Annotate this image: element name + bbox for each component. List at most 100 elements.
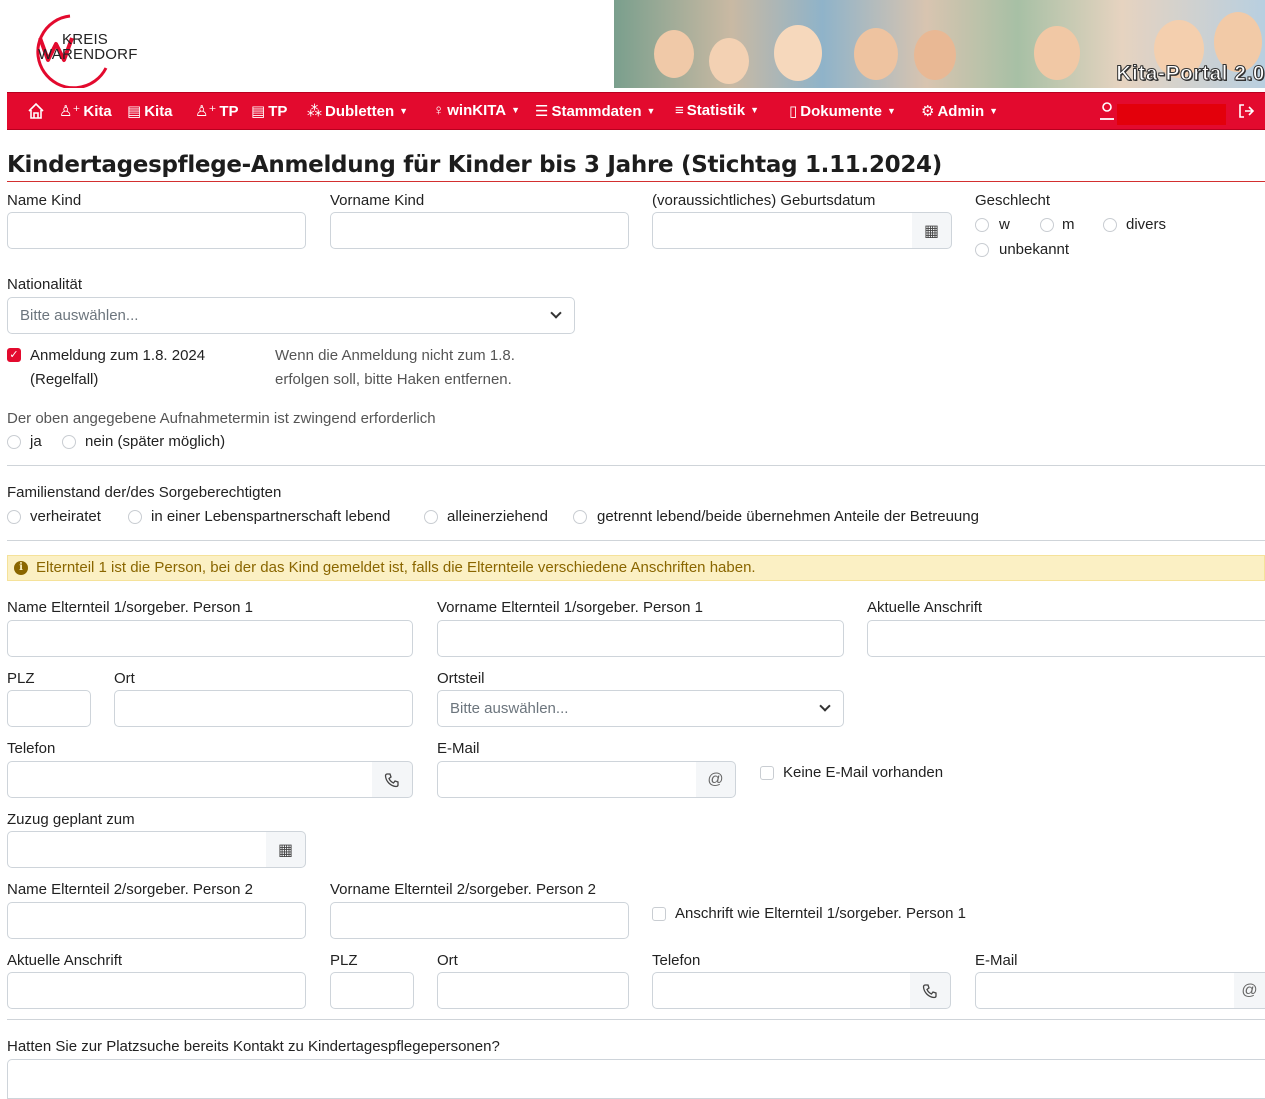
p2-anschrift-label: Aktuelle Anschrift — [7, 952, 123, 969]
p1-vorname-input[interactable] — [437, 620, 844, 657]
nav-admin[interactable]: ⚙ Admin ▼ — [921, 102, 998, 120]
anmeldung-label-1: Anmeldung zum 1.8. 2024 — [30, 347, 206, 364]
zuzug-label: Zuzug geplant zum — [7, 811, 135, 828]
p1-plz-input[interactable] — [7, 690, 91, 727]
p2-ort-label: Ort — [437, 952, 458, 969]
geschlecht-label: Geschlecht — [975, 192, 1051, 209]
anmeldung-hint-1: Wenn die Anmeldung nicht zum 1.8. — [275, 347, 515, 364]
child-icon: ♀ — [433, 102, 445, 119]
home-icon[interactable] — [27, 102, 45, 120]
logout-icon[interactable] — [1237, 102, 1255, 120]
nav-kita-table[interactable]: ▤ Kita — [127, 102, 173, 120]
p1-vorname-label: Vorname Elternteil 1/sorgeber. Person 1 — [437, 599, 703, 616]
user-icon[interactable] — [1099, 102, 1115, 120]
title-rule — [7, 181, 1265, 182]
table-icon: ▤ — [127, 103, 142, 120]
main-navbar: ♙⁺ Kita ▤ Kita ♙⁺ TP ▤ TP ⁂ Dubletten ▼ ♀ winKI… — [7, 92, 1265, 130]
familienstand-label: Familienstand der/des Sorgeberechtigten — [7, 484, 282, 501]
zuzug-input[interactable] — [7, 831, 267, 868]
name-kind-label: Name Kind — [7, 192, 82, 209]
p2-vorname-input[interactable] — [330, 902, 629, 939]
radio-divers-label: divers — [1126, 216, 1167, 233]
nav-dubletten[interactable]: ⁂ Dubletten ▼ — [307, 102, 408, 120]
name-kind-input[interactable] — [7, 212, 306, 249]
divider — [7, 465, 1265, 466]
nationalitaet-select[interactable]: Bitte auswählen... — [7, 297, 575, 334]
nav-tp-register[interactable]: ♙⁺ TP — [195, 102, 239, 120]
logo-text: KREIS WARENDORF — [38, 31, 138, 63]
radio-unbekannt[interactable] — [975, 243, 989, 257]
p2-plz-input[interactable] — [330, 972, 414, 1009]
p2-plz-label: PLZ — [330, 952, 358, 969]
banner-title: Kita-Portal 2.0 — [1116, 62, 1265, 86]
duplicate-icon: ⁂ — [307, 103, 322, 120]
p2-anschrift-input[interactable] — [7, 972, 306, 1009]
anmeldung-label-2: (Regelfall) — [30, 371, 99, 388]
keine-email-checkbox[interactable] — [760, 766, 774, 780]
phone-icon[interactable] — [910, 972, 951, 1009]
banner-image: Kita-Portal 2.0 — [614, 0, 1265, 88]
at-icon[interactable]: @ — [1234, 972, 1265, 1009]
p1-ort-input[interactable] — [114, 690, 413, 727]
nav-statistik[interactable]: ≡ Statistik ▼ — [675, 102, 759, 119]
radio-m-label: m — [1062, 216, 1075, 233]
anmeldung-hint-2: erfolgen soll, bitte Haken entfernen. — [275, 371, 512, 388]
nav-stammdaten[interactable]: ☰ Stammdaten ▼ — [535, 102, 655, 120]
p1-name-label: Name Elternteil 1/sorgeber. Person 1 — [7, 599, 253, 616]
nav-dokumente[interactable]: ▯ Dokumente ▼ — [789, 102, 896, 120]
radio-nein[interactable] — [62, 435, 76, 449]
radio-verheiratet-label: verheiratet — [30, 508, 101, 525]
at-icon[interactable]: @ — [696, 761, 736, 798]
radio-ja[interactable] — [7, 435, 21, 449]
chevron-down-icon — [819, 700, 831, 712]
calendar-icon[interactable]: ▦ — [266, 831, 306, 868]
table-icon: ▤ — [251, 103, 266, 120]
radio-getrennt[interactable] — [573, 510, 587, 524]
chart-icon: ≡ — [675, 102, 684, 119]
radio-alleinerziehend[interactable] — [424, 510, 438, 524]
user-plus-icon: ♙⁺ — [195, 103, 217, 120]
chevron-down-icon — [550, 307, 562, 319]
calendar-icon[interactable]: ▦ — [912, 212, 952, 249]
nav-winkita[interactable]: ♀ winKITA ▼ — [433, 102, 520, 119]
radio-verheiratet[interactable] — [7, 510, 21, 524]
nav-kita-register[interactable]: ♙⁺ Kita — [59, 102, 112, 120]
anmeldung-checkbox[interactable]: ✓ — [7, 348, 21, 362]
geburtsdatum-input[interactable] — [652, 212, 913, 249]
p1-email-input[interactable] — [437, 761, 697, 798]
p1-anschrift-input[interactable] — [867, 620, 1265, 657]
p1-plz-label: PLZ — [7, 670, 35, 687]
radio-m[interactable] — [1040, 218, 1054, 232]
kontakt-textarea[interactable] — [7, 1059, 1265, 1099]
vorname-kind-label: Vorname Kind — [330, 192, 425, 209]
p1-ortsteil-select[interactable]: Bitte auswählen... — [437, 690, 844, 727]
radio-lebenspartnerschaft[interactable] — [128, 510, 142, 524]
radio-w-label: w — [999, 216, 1010, 233]
p1-telefon-input[interactable] — [7, 761, 373, 798]
radio-unbekannt-label: unbekannt — [999, 241, 1070, 258]
keine-email-label: Keine E-Mail vorhanden — [783, 764, 944, 781]
user-plus-icon: ♙⁺ — [59, 103, 81, 120]
divider — [7, 540, 1265, 541]
p1-name-input[interactable] — [7, 620, 413, 657]
p2-telefon-label: Telefon — [652, 952, 701, 969]
divider — [7, 1019, 1265, 1020]
nationalitaet-label: Nationalität — [7, 276, 83, 293]
radio-getrennt-label: getrennt lebend/beide übernehmen Anteile… — [597, 508, 979, 525]
phone-icon[interactable] — [372, 761, 413, 798]
p2-name-input[interactable] — [7, 902, 306, 939]
p2-email-label: E-Mail — [975, 952, 1018, 969]
p2-email-input[interactable] — [975, 972, 1235, 1009]
vorname-kind-input[interactable] — [330, 212, 629, 249]
p2-name-label: Name Elternteil 2/sorgeber. Person 2 — [7, 881, 253, 898]
p2-same-address-checkbox[interactable] — [652, 907, 666, 921]
radio-divers[interactable] — [1103, 218, 1117, 232]
geburtsdatum-label: (voraussichtliches) Geburtsdatum — [652, 192, 876, 209]
database-icon: ☰ — [535, 103, 549, 120]
p1-ort-label: Ort — [114, 670, 135, 687]
p1-telefon-label: Telefon — [7, 740, 56, 757]
p2-ort-input[interactable] — [437, 972, 629, 1009]
radio-w[interactable] — [975, 218, 989, 232]
p2-telefon-input[interactable] — [652, 972, 911, 1009]
nav-tp-table[interactable]: ▤ TP — [251, 102, 287, 120]
